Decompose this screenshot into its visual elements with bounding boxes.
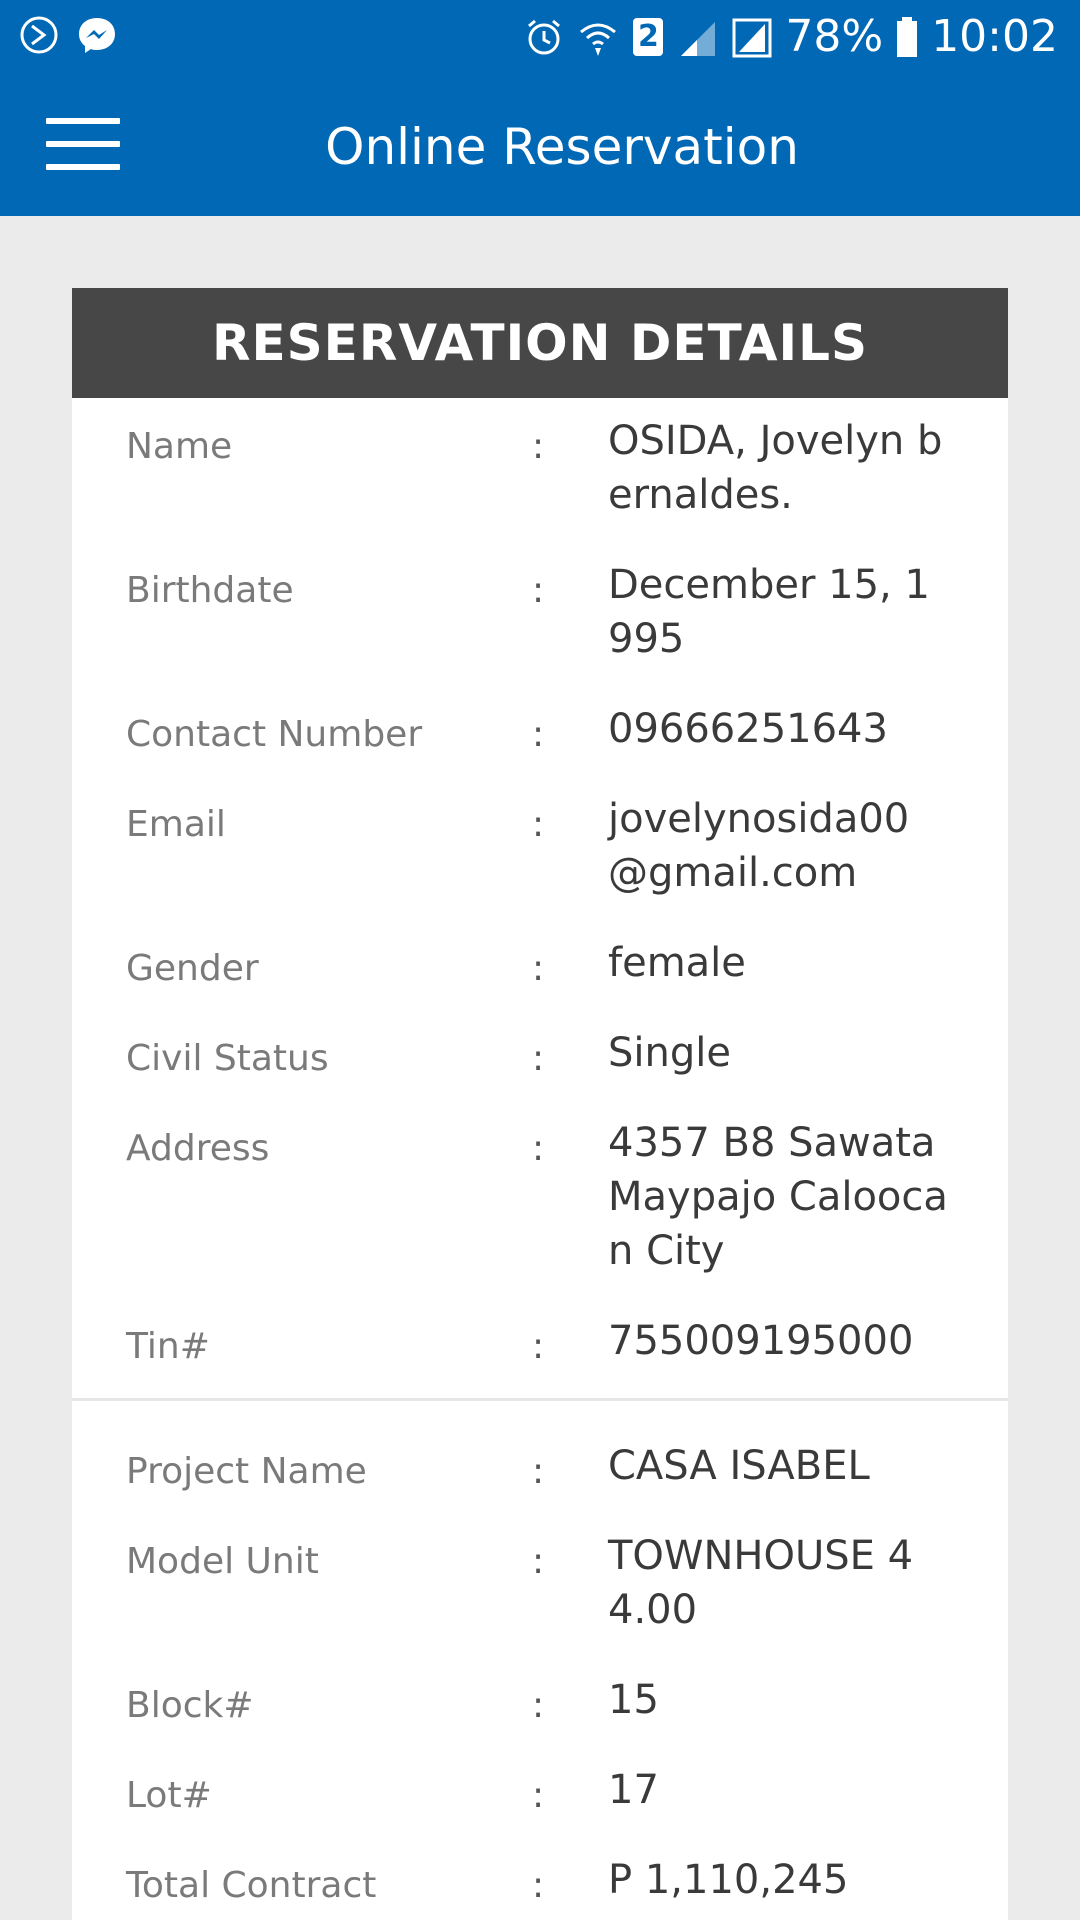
detail-colon: : — [532, 1541, 545, 1582]
detail-value: December 15, 1995 — [608, 562, 930, 662]
personal-details-section: Name: OSIDA, Jovelyn bernaldes. Birthdate:… — [72, 414, 1008, 1398]
messenger-icon — [79, 18, 115, 53]
sim-2-icon: 2 — [631, 16, 665, 58]
detail-label: Birthdate — [126, 570, 294, 611]
detail-row: Gender: female — [72, 936, 1008, 990]
detail-colon: : — [532, 714, 545, 755]
card-header: RESERVATION DETAILS — [72, 288, 1008, 398]
detail-value: TOWNHOUSE 44.00 — [608, 1533, 914, 1633]
status-bar: 2 78% 10:02 — [0, 0, 1080, 74]
detail-value: 15 — [608, 1677, 659, 1723]
detail-label: Lot# — [126, 1775, 212, 1816]
detail-label: Name — [126, 426, 233, 467]
detail-colon: : — [532, 1451, 545, 1492]
page-title: Online Reservation — [325, 118, 799, 176]
detail-colon: : — [532, 1128, 545, 1169]
detail-value: 755009195000 — [608, 1318, 914, 1364]
detail-value: 4357 B8 Sawata Maypajo Caloocan City — [608, 1120, 948, 1274]
detail-value: female — [608, 940, 746, 986]
detail-value: 09666251643 — [608, 706, 888, 752]
detail-value: CASA ISABEL — [608, 1443, 870, 1489]
detail-label: Civil Status — [126, 1038, 329, 1079]
detail-row: Total Contract price: P 1,110,245 — [72, 1853, 1008, 1920]
detail-row: Address: 4357 B8 Sawata Maypajo Caloocan … — [72, 1116, 1008, 1278]
detail-row: Contact Number: 09666251643 — [72, 702, 1008, 756]
detail-label: Total Contract price — [126, 1865, 377, 1920]
wifi-icon — [580, 23, 617, 56]
detail-value: Single — [608, 1030, 731, 1076]
detail-value: OSIDA, Jovelyn bernaldes. — [608, 418, 943, 518]
detail-row: Project Name: CASA ISABEL — [72, 1439, 1008, 1493]
detail-label: Contact Number — [126, 714, 423, 755]
reservation-details-card: RESERVATION DETAILS Name: OSIDA, Jovelyn … — [72, 288, 1008, 1920]
detail-colon: : — [532, 1775, 545, 1816]
detail-colon: : — [532, 1685, 545, 1726]
detail-row: Email: jovelynosida00@gmail.com — [72, 792, 1008, 900]
detail-label: Email — [126, 804, 226, 845]
detail-label: Block# — [126, 1685, 254, 1726]
section-divider — [72, 1398, 1008, 1401]
battery-percent: 78% — [785, 11, 884, 62]
detail-label: Address — [126, 1128, 270, 1169]
clock: 10:02 — [931, 11, 1058, 62]
detail-value: 17 — [608, 1767, 659, 1813]
detail-label: Model Unit — [126, 1541, 319, 1582]
detail-colon: : — [532, 426, 545, 467]
detail-value: jovelynosida00@gmail.com — [608, 796, 910, 896]
detail-colon: : — [532, 1038, 545, 1079]
app-bar: Online Reservation — [0, 74, 1080, 216]
sync-icon — [20, 16, 58, 54]
alarm-icon — [528, 19, 561, 55]
detail-colon: : — [532, 1865, 545, 1906]
detail-row: Lot#: 17 — [72, 1763, 1008, 1817]
battery-icon — [897, 17, 918, 57]
detail-value: P 1,110,245 — [608, 1857, 849, 1903]
detail-row: Block#: 15 — [72, 1673, 1008, 1727]
signal-icon — [681, 22, 716, 56]
detail-label: Gender — [126, 948, 259, 989]
detail-row: Name: OSIDA, Jovelyn bernaldes. — [72, 414, 1008, 522]
property-details-section: Project Name: CASA ISABEL Model Unit: TOWNH… — [72, 1439, 1008, 1920]
detail-row: Civil Status: Single — [72, 1026, 1008, 1080]
detail-colon: : — [532, 1326, 545, 1367]
detail-row: Tin#: 755009195000 — [72, 1314, 1008, 1368]
sim-badge: 2 — [637, 19, 659, 54]
detail-colon: : — [532, 948, 545, 989]
detail-label: Project Name — [126, 1451, 367, 1492]
detail-label: Tin# — [126, 1326, 210, 1367]
detail-colon: : — [532, 804, 545, 845]
signal-2-icon — [732, 18, 772, 58]
detail-colon: : — [532, 570, 545, 611]
detail-row: Birthdate: December 15, 1995 — [72, 558, 1008, 666]
detail-row: Model Unit: TOWNHOUSE 44.00 — [72, 1529, 1008, 1637]
